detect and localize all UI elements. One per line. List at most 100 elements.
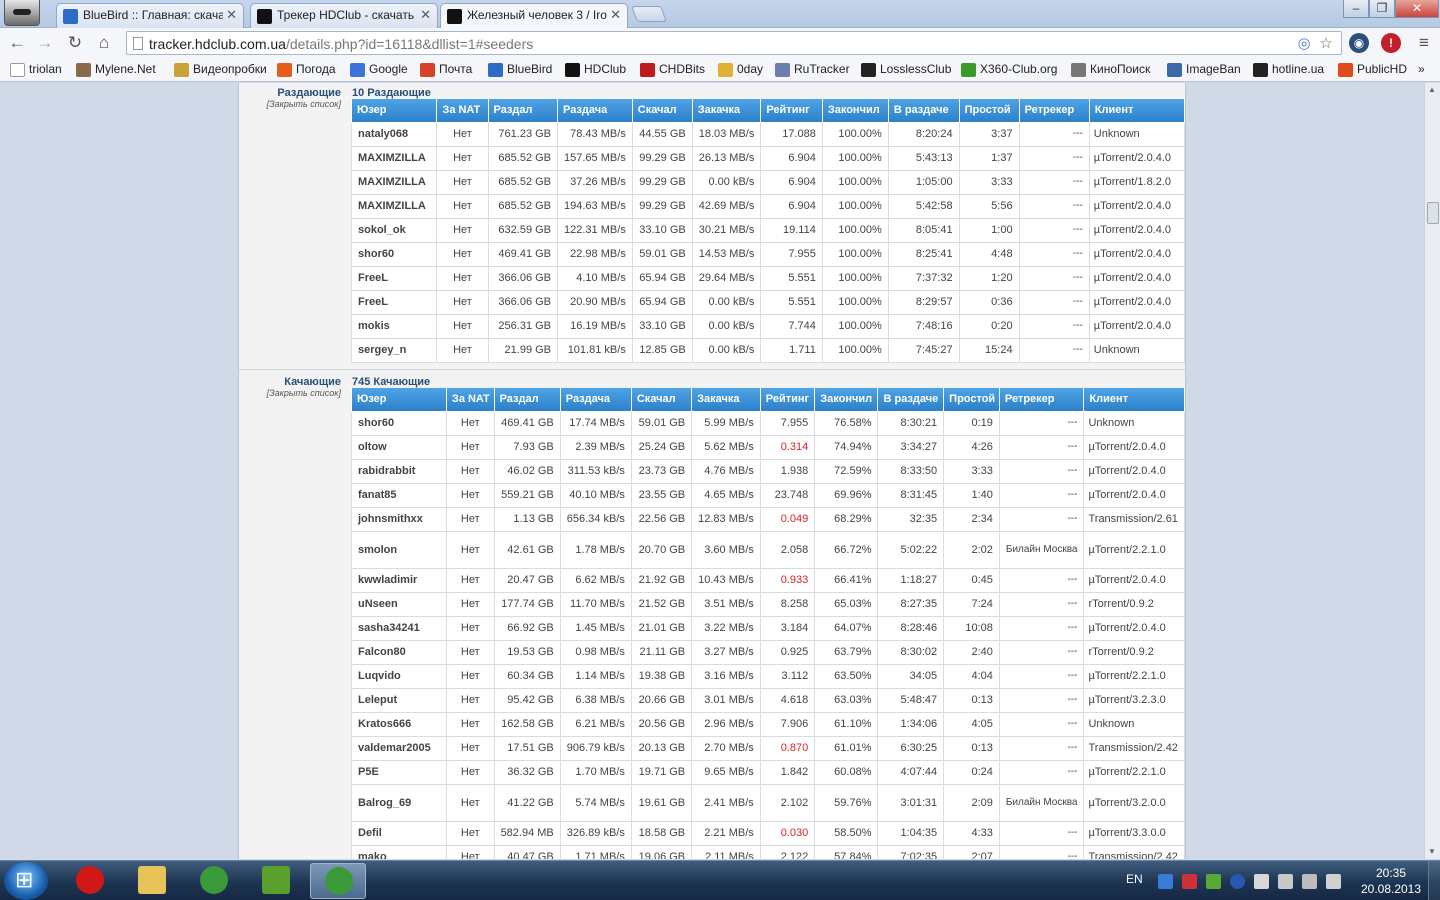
column-header[interactable]: Простой: [958, 99, 1020, 123]
peer-username-link[interactable]: shor60: [350, 241, 438, 267]
column-header[interactable]: Рейтинг: [759, 388, 816, 412]
column-header[interactable]: Юзер: [350, 99, 438, 123]
bookmark-item[interactable]: LosslessClub: [861, 62, 951, 78]
peer-username-link[interactable]: fanat85: [351, 482, 447, 508]
column-header[interactable]: Ретрекер: [998, 388, 1085, 412]
volume-icon[interactable]: [1326, 874, 1341, 889]
bookmark-item[interactable]: 0day: [718, 62, 763, 78]
column-header[interactable]: За NAT: [436, 99, 489, 123]
url-text[interactable]: tracker.hdclub.com.ua/details.php?id=161…: [149, 36, 533, 52]
bookmark-item[interactable]: ImageBan: [1167, 62, 1241, 78]
peer-username-link[interactable]: P5E: [351, 759, 447, 785]
extension-globe-icon[interactable]: ◉: [1349, 33, 1369, 53]
monitor-icon[interactable]: [1302, 874, 1317, 889]
update-icon[interactable]: [1206, 874, 1221, 889]
new-tab-button[interactable]: [631, 6, 667, 22]
translate-icon[interactable]: ◎: [1295, 35, 1313, 53]
peer-username-link[interactable]: Luqvido: [351, 663, 447, 689]
peer-username-link[interactable]: MAXIMZILLA: [350, 145, 438, 171]
column-header[interactable]: Скачал: [630, 388, 693, 412]
column-header[interactable]: Раздал: [487, 99, 559, 123]
column-header[interactable]: Юзер: [351, 388, 447, 412]
browser-tab[interactable]: Трекер HDClub - скачать ✕: [250, 3, 438, 28]
forward-icon[interactable]: →: [34, 33, 56, 53]
bookmark-item[interactable]: hotline.ua: [1253, 62, 1324, 78]
taskbar-app-explorer[interactable]: [124, 863, 180, 899]
scrollbar-thumb[interactable]: [1427, 202, 1439, 224]
column-header[interactable]: В раздаче: [887, 99, 960, 123]
scroll-up-arrow-icon[interactable]: ▲: [1428, 85, 1436, 94]
taskbar-app-chrome[interactable]: [310, 863, 366, 899]
tab-close-icon[interactable]: ✕: [610, 7, 621, 23]
tab-close-icon[interactable]: ✕: [226, 7, 237, 23]
language-indicator[interactable]: EN: [1126, 872, 1143, 886]
column-header[interactable]: Скачал: [631, 99, 693, 123]
column-header[interactable]: Рейтинг: [760, 99, 823, 123]
bookmark-item[interactable]: Mylene.Net: [76, 62, 156, 78]
minimize-button[interactable]: –: [1343, 0, 1369, 18]
taskbar-app-chrome[interactable]: [186, 863, 242, 899]
column-header[interactable]: Закончил: [814, 388, 879, 412]
peer-username-link[interactable]: shor60: [351, 410, 447, 436]
network-icon[interactable]: [1278, 874, 1293, 889]
seeders-close-link[interactable]: [Закрыть список]: [239, 99, 341, 109]
bookmark-item[interactable]: Видеопробки: [174, 62, 267, 78]
peer-username-link[interactable]: uNseen: [351, 591, 447, 617]
bluetooth-icon[interactable]: [1230, 874, 1245, 889]
bookmark-item[interactable]: КиноПоиск: [1071, 62, 1150, 78]
start-button[interactable]: [4, 862, 48, 900]
bookmark-item[interactable]: HDClub: [565, 62, 626, 78]
home-icon[interactable]: ⌂: [93, 33, 115, 53]
clock-date[interactable]: 20.08.2013: [1356, 882, 1426, 896]
peer-username-link[interactable]: valdemar2005: [351, 735, 447, 761]
column-header[interactable]: Раздача: [559, 388, 632, 412]
profile-avatar[interactable]: [4, 0, 40, 26]
column-header[interactable]: Клиент: [1083, 388, 1185, 412]
back-icon[interactable]: ←: [6, 33, 28, 53]
bookmark-item[interactable]: Погода: [277, 62, 336, 78]
tab-close-icon[interactable]: ✕: [420, 7, 431, 23]
extension-notify-icon[interactable]: !: [1381, 33, 1401, 53]
menu-icon[interactable]: ≡: [1413, 33, 1435, 53]
peer-username-link[interactable]: FreeL: [350, 265, 438, 291]
star-bookmark-icon[interactable]: ☆: [1317, 35, 1335, 53]
bookmark-item[interactable]: X360-Club.org: [961, 62, 1057, 78]
flag-icon[interactable]: [1254, 874, 1269, 889]
bookmark-item[interactable]: Почта: [420, 62, 472, 78]
browser-tab[interactable]: Железный человек 3 / Iro ✕: [440, 3, 628, 28]
vertical-scrollbar[interactable]: ▲ ▼: [1424, 83, 1440, 859]
peer-username-link[interactable]: Balrog_69: [351, 783, 447, 822]
bookmark-item[interactable]: RuTracker: [775, 62, 850, 78]
column-header[interactable]: За NAT: [445, 388, 495, 412]
bookmark-item[interactable]: PublicHD: [1338, 62, 1407, 78]
column-header[interactable]: Закачка: [691, 388, 761, 412]
taskbar-app-opera[interactable]: [62, 863, 118, 899]
peer-username-link[interactable]: sasha34241: [351, 615, 447, 641]
peer-username-link[interactable]: mako: [351, 844, 447, 859]
shield-icon[interactable]: [1158, 874, 1173, 889]
peer-username-link[interactable]: MAXIMZILLA: [350, 169, 438, 195]
leechers-close-link[interactable]: [Закрыть список]: [239, 388, 341, 398]
bookmark-item[interactable]: triolan: [10, 62, 62, 78]
peer-username-link[interactable]: nataly068: [350, 121, 438, 147]
column-header[interactable]: Клиент: [1088, 99, 1186, 123]
peer-username-link[interactable]: sokol_ok: [350, 217, 438, 243]
browser-tab[interactable]: BlueBird :: Главная: скача ✕: [56, 3, 244, 28]
scroll-down-arrow-icon[interactable]: ▼: [1428, 847, 1436, 856]
bookmark-item[interactable]: CHDBits: [640, 62, 705, 78]
column-header[interactable]: Закачка: [691, 99, 762, 123]
peer-username-link[interactable]: sergey_n: [350, 337, 438, 363]
column-header[interactable]: Раздал: [493, 388, 561, 412]
reload-icon[interactable]: ↻: [64, 33, 86, 53]
column-header[interactable]: Закончил: [821, 99, 889, 123]
column-header[interactable]: Ретрекер: [1018, 99, 1090, 123]
address-bar[interactable]: tracker.hdclub.com.ua/details.php?id=161…: [126, 31, 1342, 55]
peer-username-link[interactable]: rabidrabbit: [351, 458, 447, 484]
column-header[interactable]: Раздача: [557, 99, 633, 123]
peer-username-link[interactable]: johnsmithxx: [351, 506, 447, 532]
column-header[interactable]: Простой: [943, 388, 1000, 412]
peer-username-link[interactable]: Falcon80: [351, 639, 447, 665]
bookmarks-overflow-button[interactable]: »: [1418, 62, 1425, 78]
peer-username-link[interactable]: kwwladimir: [351, 567, 447, 593]
peer-username-link[interactable]: smolon: [351, 530, 447, 569]
